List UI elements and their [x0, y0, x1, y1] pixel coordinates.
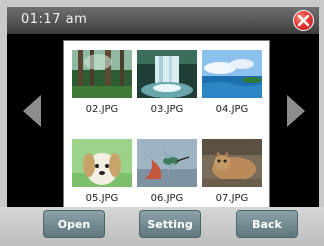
title-bar: 01:17 am: [7, 7, 319, 34]
waterfall-image: [137, 50, 197, 98]
open-button[interactable]: Open: [43, 210, 105, 238]
puppy-image: [72, 139, 132, 187]
thumbnail-label: 07.JPG: [215, 193, 249, 204]
thumbnail-grid: 02.JPG 03.JPG 04.JPG 05.JPG 06.JPG 07.JP…: [63, 40, 270, 207]
hummingbird-image: [137, 139, 197, 187]
screen: 01:17 am 02.JPG 03.JPG 04.JPG 05.JPG 06.…: [7, 7, 319, 207]
ocean-image: [202, 50, 262, 98]
cougar-image: [202, 139, 262, 187]
close-button[interactable]: [293, 10, 314, 31]
setting-button[interactable]: Setting: [139, 210, 201, 238]
arrow-left-icon[interactable]: [21, 93, 43, 129]
clock-time: 01:17 am: [21, 12, 88, 27]
thumbnail-02[interactable]: [72, 50, 132, 98]
thumbnail-label: 03.JPG: [150, 104, 184, 115]
forest-image: [72, 50, 132, 98]
thumbnail-label: 06.JPG: [150, 193, 184, 204]
device-frame: 01:17 am 02.JPG 03.JPG 04.JPG 05.JPG 06.…: [0, 0, 324, 246]
thumbnail-03[interactable]: [137, 50, 197, 98]
thumbnail-label: 05.JPG: [85, 193, 119, 204]
thumbnail-06[interactable]: [137, 139, 197, 187]
arrow-right-icon[interactable]: [285, 93, 307, 129]
thumbnail-04[interactable]: [202, 50, 262, 98]
thumbnail-label: 02.JPG: [85, 104, 119, 115]
thumbnail-07[interactable]: [202, 139, 262, 187]
thumbnail-05[interactable]: [72, 139, 132, 187]
back-button[interactable]: Back: [236, 210, 298, 238]
close-icon: [297, 14, 310, 27]
thumbnail-label: 04.JPG: [215, 104, 249, 115]
